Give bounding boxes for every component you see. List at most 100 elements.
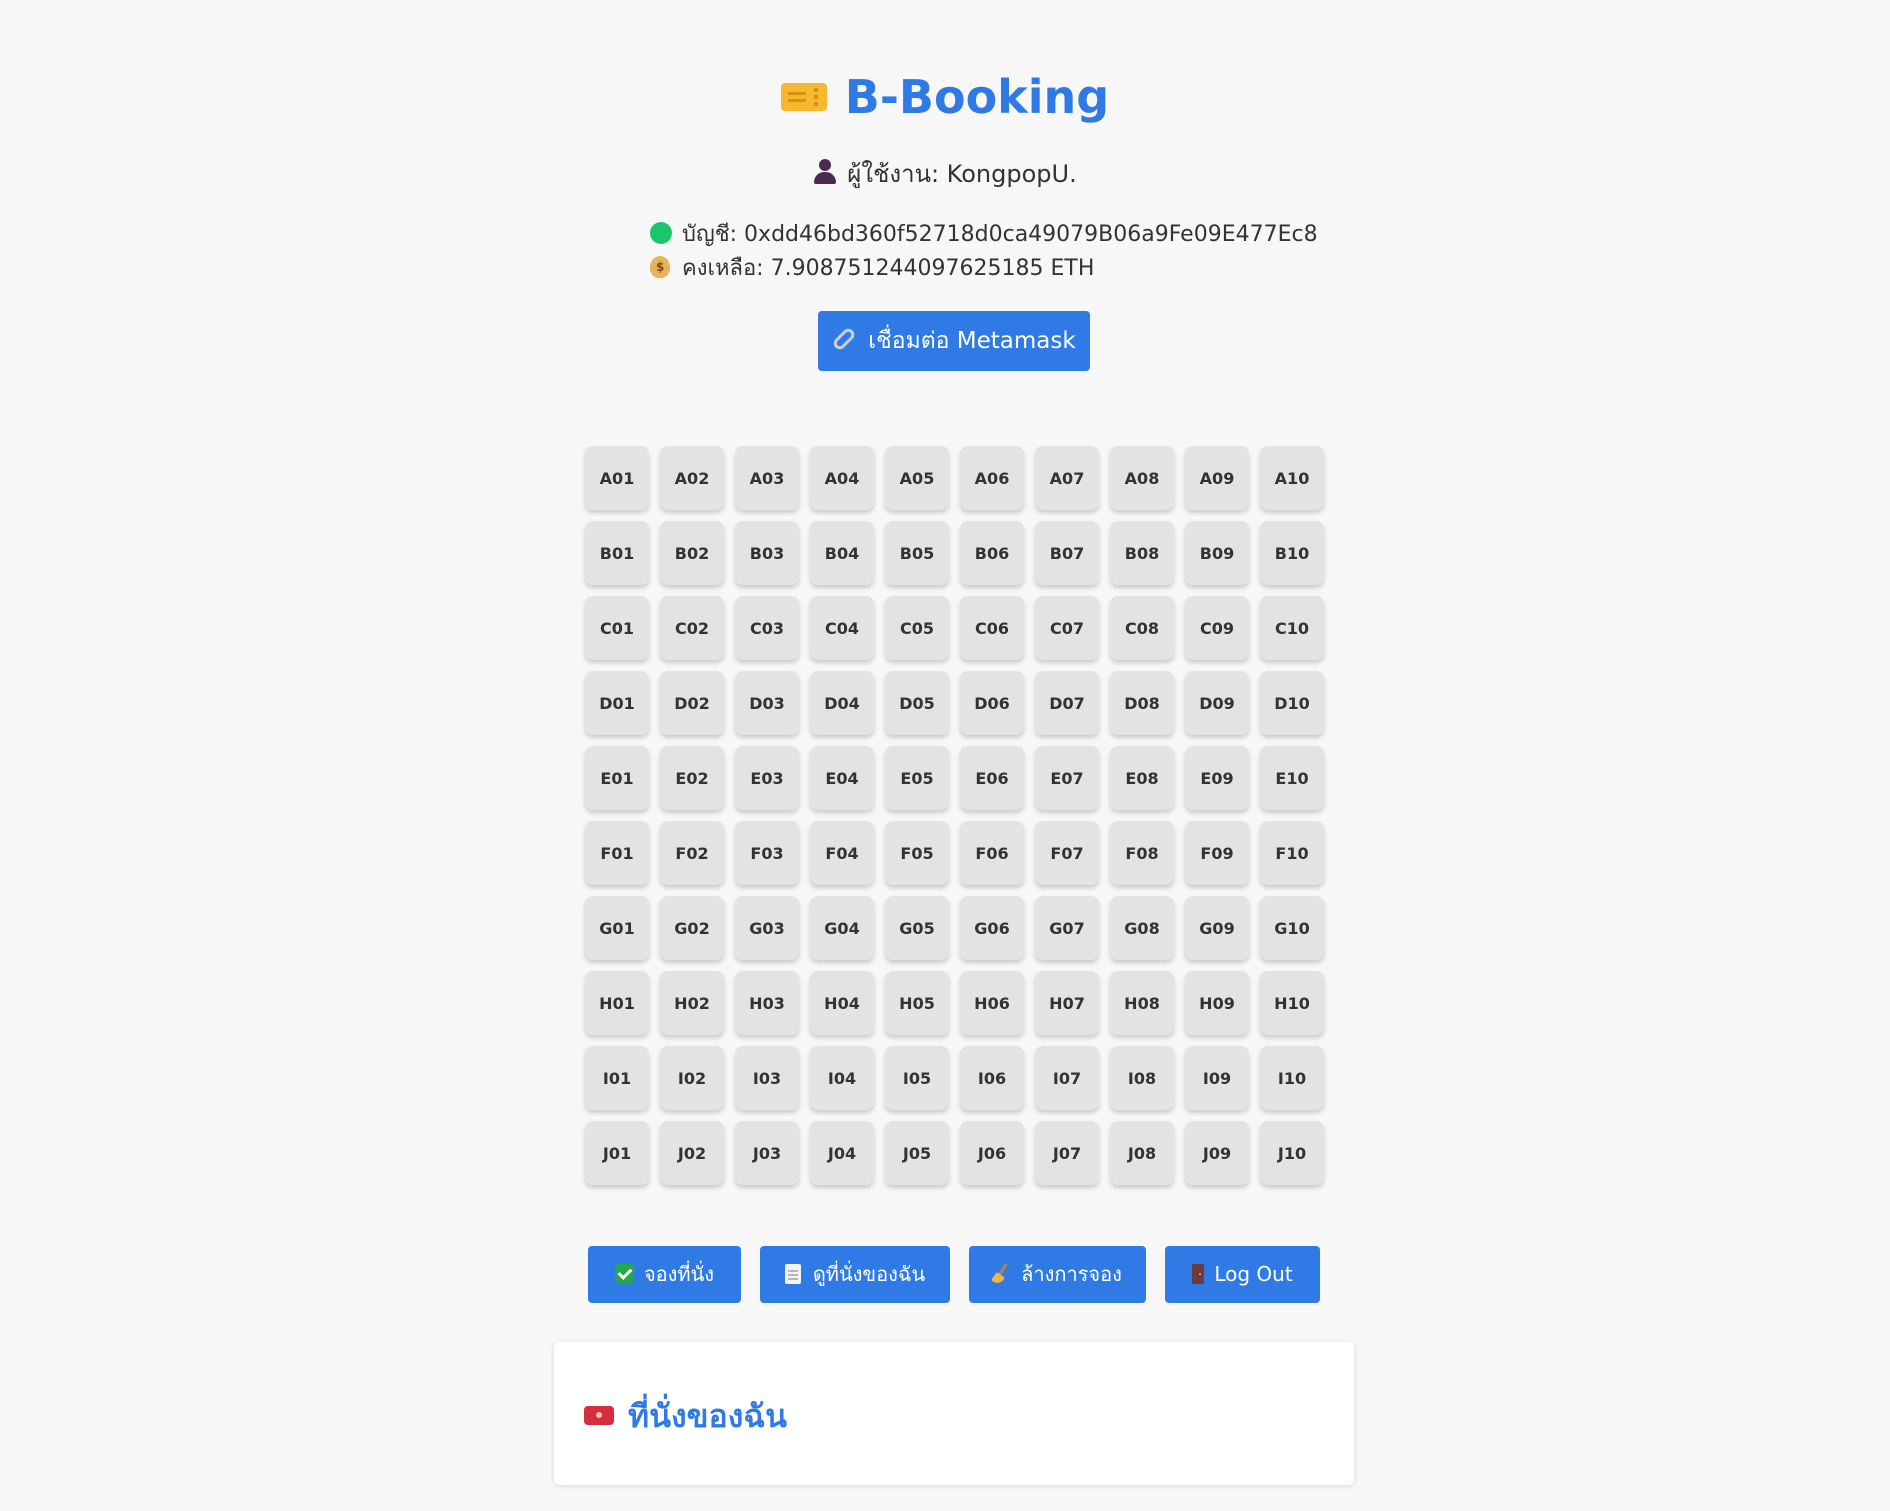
seat-b04[interactable]: B04 — [810, 521, 874, 585]
seat-g04[interactable]: G04 — [810, 896, 874, 960]
seat-g07[interactable]: G07 — [1035, 896, 1099, 960]
seat-j10[interactable]: J10 — [1260, 1121, 1324, 1185]
seat-a04[interactable]: A04 — [810, 446, 874, 510]
seat-f06[interactable]: F06 — [960, 821, 1024, 885]
seat-h08[interactable]: H08 — [1110, 971, 1174, 1035]
seat-j03[interactable]: J03 — [735, 1121, 799, 1185]
seat-d02[interactable]: D02 — [660, 671, 724, 735]
seat-d09[interactable]: D09 — [1185, 671, 1249, 735]
seat-f03[interactable]: F03 — [735, 821, 799, 885]
seat-e09[interactable]: E09 — [1185, 746, 1249, 810]
seat-e03[interactable]: E03 — [735, 746, 799, 810]
seat-c09[interactable]: C09 — [1185, 596, 1249, 660]
seat-d04[interactable]: D04 — [810, 671, 874, 735]
seat-a06[interactable]: A06 — [960, 446, 1024, 510]
seat-c02[interactable]: C02 — [660, 596, 724, 660]
seat-a07[interactable]: A07 — [1035, 446, 1099, 510]
seat-h09[interactable]: H09 — [1185, 971, 1249, 1035]
seat-a09[interactable]: A09 — [1185, 446, 1249, 510]
seat-i06[interactable]: I06 — [960, 1046, 1024, 1110]
seat-e02[interactable]: E02 — [660, 746, 724, 810]
connect-metamask-button[interactable]: เชื่อมต่อ Metamask — [818, 311, 1090, 371]
seat-j09[interactable]: J09 — [1185, 1121, 1249, 1185]
seat-h02[interactable]: H02 — [660, 971, 724, 1035]
seat-j07[interactable]: J07 — [1035, 1121, 1099, 1185]
seat-b07[interactable]: B07 — [1035, 521, 1099, 585]
seat-g02[interactable]: G02 — [660, 896, 724, 960]
seat-j05[interactable]: J05 — [885, 1121, 949, 1185]
seat-h07[interactable]: H07 — [1035, 971, 1099, 1035]
seat-j02[interactable]: J02 — [660, 1121, 724, 1185]
seat-d03[interactable]: D03 — [735, 671, 799, 735]
seat-a08[interactable]: A08 — [1110, 446, 1174, 510]
seat-c05[interactable]: C05 — [885, 596, 949, 660]
book-seat-button[interactable]: จองที่นั่ง — [588, 1246, 741, 1303]
seat-e04[interactable]: E04 — [810, 746, 874, 810]
seat-e06[interactable]: E06 — [960, 746, 1024, 810]
seat-d05[interactable]: D05 — [885, 671, 949, 735]
seat-e01[interactable]: E01 — [585, 746, 649, 810]
seat-a05[interactable]: A05 — [885, 446, 949, 510]
seat-b10[interactable]: B10 — [1260, 521, 1324, 585]
view-my-seats-button[interactable]: ดูที่นั่งของฉัน — [760, 1246, 950, 1303]
seat-d01[interactable]: D01 — [585, 671, 649, 735]
seat-e10[interactable]: E10 — [1260, 746, 1324, 810]
seat-g10[interactable]: G10 — [1260, 896, 1324, 960]
seat-g06[interactable]: G06 — [960, 896, 1024, 960]
seat-c04[interactable]: C04 — [810, 596, 874, 660]
seat-h03[interactable]: H03 — [735, 971, 799, 1035]
seat-c03[interactable]: C03 — [735, 596, 799, 660]
seat-c08[interactable]: C08 — [1110, 596, 1174, 660]
seat-c10[interactable]: C10 — [1260, 596, 1324, 660]
seat-c06[interactable]: C06 — [960, 596, 1024, 660]
seat-b05[interactable]: B05 — [885, 521, 949, 585]
logout-button[interactable]: Log Out — [1165, 1246, 1320, 1303]
seat-f08[interactable]: F08 — [1110, 821, 1174, 885]
seat-b03[interactable]: B03 — [735, 521, 799, 585]
seat-e08[interactable]: E08 — [1110, 746, 1174, 810]
seat-g01[interactable]: G01 — [585, 896, 649, 960]
seat-c07[interactable]: C07 — [1035, 596, 1099, 660]
seat-h04[interactable]: H04 — [810, 971, 874, 1035]
seat-b06[interactable]: B06 — [960, 521, 1024, 585]
seat-i02[interactable]: I02 — [660, 1046, 724, 1110]
seat-a10[interactable]: A10 — [1260, 446, 1324, 510]
seat-f01[interactable]: F01 — [585, 821, 649, 885]
seat-d06[interactable]: D06 — [960, 671, 1024, 735]
seat-b08[interactable]: B08 — [1110, 521, 1174, 585]
seat-a01[interactable]: A01 — [585, 446, 649, 510]
seat-g05[interactable]: G05 — [885, 896, 949, 960]
seat-f04[interactable]: F04 — [810, 821, 874, 885]
seat-i04[interactable]: I04 — [810, 1046, 874, 1110]
seat-h06[interactable]: H06 — [960, 971, 1024, 1035]
seat-g03[interactable]: G03 — [735, 896, 799, 960]
seat-i08[interactable]: I08 — [1110, 1046, 1174, 1110]
seat-d07[interactable]: D07 — [1035, 671, 1099, 735]
seat-i09[interactable]: I09 — [1185, 1046, 1249, 1110]
seat-j01[interactable]: J01 — [585, 1121, 649, 1185]
seat-f02[interactable]: F02 — [660, 821, 724, 885]
seat-h05[interactable]: H05 — [885, 971, 949, 1035]
seat-f09[interactable]: F09 — [1185, 821, 1249, 885]
seat-a03[interactable]: A03 — [735, 446, 799, 510]
seat-d10[interactable]: D10 — [1260, 671, 1324, 735]
seat-i05[interactable]: I05 — [885, 1046, 949, 1110]
seat-j06[interactable]: J06 — [960, 1121, 1024, 1185]
seat-e05[interactable]: E05 — [885, 746, 949, 810]
clear-booking-button[interactable]: ล้างการจอง — [969, 1246, 1146, 1303]
seat-f05[interactable]: F05 — [885, 821, 949, 885]
seat-a02[interactable]: A02 — [660, 446, 724, 510]
seat-j08[interactable]: J08 — [1110, 1121, 1174, 1185]
seat-i10[interactable]: I10 — [1260, 1046, 1324, 1110]
seat-f10[interactable]: F10 — [1260, 821, 1324, 885]
seat-f07[interactable]: F07 — [1035, 821, 1099, 885]
seat-h10[interactable]: H10 — [1260, 971, 1324, 1035]
seat-i07[interactable]: I07 — [1035, 1046, 1099, 1110]
seat-d08[interactable]: D08 — [1110, 671, 1174, 735]
seat-h01[interactable]: H01 — [585, 971, 649, 1035]
seat-b09[interactable]: B09 — [1185, 521, 1249, 585]
seat-j04[interactable]: J04 — [810, 1121, 874, 1185]
seat-i03[interactable]: I03 — [735, 1046, 799, 1110]
seat-b02[interactable]: B02 — [660, 521, 724, 585]
seat-g09[interactable]: G09 — [1185, 896, 1249, 960]
